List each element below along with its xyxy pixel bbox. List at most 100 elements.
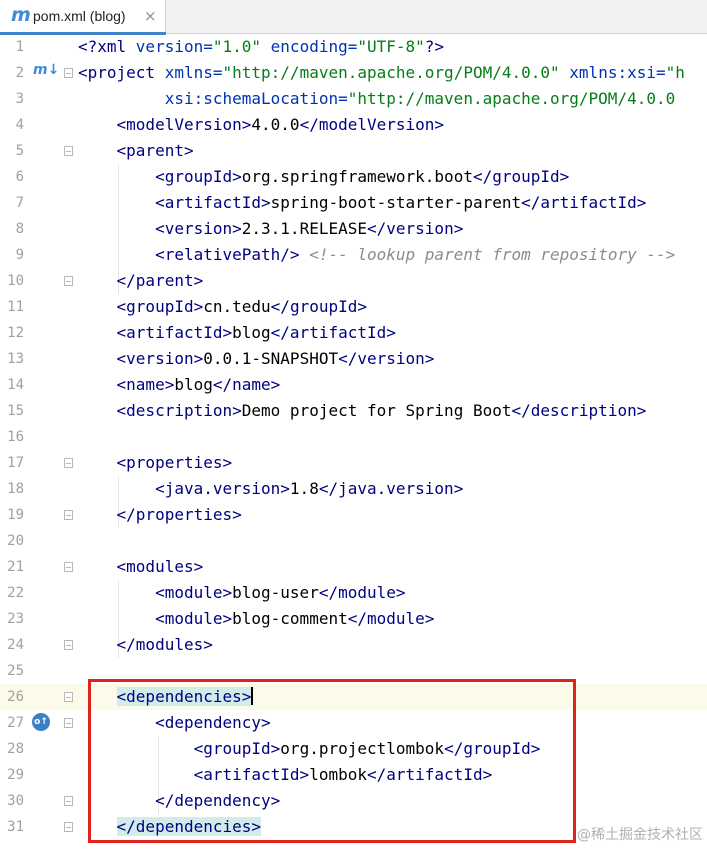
- override-icon[interactable]: o↑: [32, 713, 50, 731]
- code-text: <artifactId>blog</artifactId>: [78, 323, 396, 343]
- code-line[interactable]: 6 <groupId>org.springframework.boot</gro…: [0, 164, 707, 190]
- code-line[interactable]: 8 <version>2.3.1.RELEASE</version>: [0, 216, 707, 242]
- code-line[interactable]: 18 <java.version>1.8</java.version>: [0, 476, 707, 502]
- line-number: 9: [15, 247, 24, 263]
- watermark: @稀土掘金技术社区: [577, 827, 703, 843]
- code-text: </properties>: [78, 505, 242, 525]
- code-token: </java.version>: [318, 479, 464, 498]
- code-text: <module>blog-comment</module>: [78, 609, 434, 629]
- line-number: 19: [7, 507, 24, 523]
- code-token: <version>: [78, 219, 242, 238]
- code-token: <?: [78, 37, 98, 56]
- code-token: <relativePath/>: [78, 245, 300, 264]
- code-text: <version>0.0.1-SNAPSHOT</version>: [78, 349, 435, 369]
- code-line[interactable]: 16: [0, 424, 707, 450]
- code-line[interactable]: 15 <description>Demo project for Spring …: [0, 398, 707, 424]
- fold-collapse-icon[interactable]: [64, 562, 73, 572]
- code-line[interactable]: 2 m↓ <project xmlns="http://maven.apache.o…: [0, 60, 707, 86]
- code-token: 4.0.0: [251, 115, 300, 134]
- line-number: 16: [7, 429, 24, 445]
- maven-icon[interactable]: m↓: [33, 62, 59, 78]
- tab-title: pom.xml (blog): [33, 8, 126, 24]
- line-number: 1: [15, 39, 24, 55]
- line-number: 4: [15, 117, 24, 133]
- fold-end-icon[interactable]: [64, 822, 73, 832]
- close-icon[interactable]: ×: [144, 7, 157, 25]
- line-number: 10: [7, 273, 24, 289]
- fold-collapse-icon[interactable]: [64, 146, 73, 156]
- fold-end-icon[interactable]: [64, 510, 73, 520]
- code-line[interactable]: 5 <parent>: [0, 138, 707, 164]
- line-number: 12: [7, 325, 24, 341]
- code-token: 2.3.1.RELEASE: [241, 219, 367, 238]
- code-line[interactable]: 1 <?xml version="1.0" encoding="UTF-8"?>: [0, 34, 707, 60]
- code-line[interactable]: 10 </parent>: [0, 268, 707, 294]
- code-line[interactable]: 3 xsi:schemaLocation="http://maven.apach…: [0, 86, 707, 112]
- code-line[interactable]: 14 <name>blog</name>: [0, 372, 707, 398]
- code-text: <?xml version="1.0" encoding="UTF-8"?>: [78, 37, 444, 57]
- fold-end-icon[interactable]: [64, 640, 73, 650]
- code-token: "http://maven.apache.org/POM/4.0.0": [222, 63, 560, 82]
- line-number: 13: [7, 351, 24, 367]
- code-token: blog: [174, 375, 213, 394]
- code-line[interactable]: 13 <version>0.0.1-SNAPSHOT</version>: [0, 346, 707, 372]
- code-line[interactable]: 22 <module>blog-user</module>: [0, 580, 707, 606]
- code-text: <modelVersion>4.0.0</modelVersion>: [78, 115, 445, 135]
- code-line[interactable]: 9 <relativePath/> <!-- lookup parent fro…: [0, 242, 707, 268]
- code-line[interactable]: 4 <modelVersion>4.0.0</modelVersion>: [0, 112, 707, 138]
- code-text: <version>2.3.1.RELEASE</version>: [78, 219, 463, 239]
- tab-pom-xml[interactable]: m pom.xml (blog) ×: [0, 0, 166, 35]
- fold-collapse-icon[interactable]: [64, 458, 73, 468]
- code-token: xsi:schemaLocation=: [78, 89, 348, 108]
- line-number: 24: [7, 637, 24, 653]
- code-line[interactable]: 11 <groupId>cn.tedu</groupId>: [0, 294, 707, 320]
- code-line[interactable]: 19 </properties>: [0, 502, 707, 528]
- code-token: </version>: [367, 219, 464, 238]
- code-token: <java.version>: [78, 479, 290, 498]
- fold-collapse-icon[interactable]: [64, 68, 73, 78]
- code-token: "h: [665, 63, 685, 82]
- code-token: <project: [78, 63, 165, 82]
- code-line[interactable]: 21 <modules>: [0, 554, 707, 580]
- code-token: blog: [232, 323, 271, 342]
- fold-end-icon[interactable]: [64, 796, 73, 806]
- code-token: </name>: [212, 375, 281, 394]
- code-token: </modelVersion>: [299, 115, 445, 134]
- code-line[interactable]: 24 </modules>: [0, 632, 707, 658]
- code-token: blog-comment: [232, 609, 348, 628]
- code-token: </module>: [318, 583, 406, 602]
- fold-collapse-icon[interactable]: [64, 718, 73, 728]
- line-number: 14: [7, 377, 24, 393]
- fold-collapse-icon[interactable]: [64, 692, 73, 702]
- code-token: xml: [97, 37, 136, 56]
- code-token: </modules>: [78, 635, 213, 654]
- code-token: 0.0.1-SNAPSHOT: [203, 349, 339, 368]
- code-token: <groupId>: [78, 297, 204, 316]
- code-line[interactable]: 7 <artifactId>spring-boot-starter-parent…: [0, 190, 707, 216]
- line-number: 18: [7, 481, 24, 497]
- fold-end-icon[interactable]: [64, 276, 73, 286]
- code-text: <name>blog</name>: [78, 375, 281, 395]
- code-line[interactable]: 12 <artifactId>blog</artifactId>: [0, 320, 707, 346]
- line-number: 27: [7, 715, 24, 731]
- code-token: <!-- lookup parent from repository -->: [309, 245, 676, 264]
- code-text: <module>blog-user</module>: [78, 583, 406, 603]
- code-text: <project xmlns="http://maven.apache.org/…: [78, 63, 685, 83]
- line-number: 5: [15, 143, 24, 159]
- code-line[interactable]: 17 <properties>: [0, 450, 707, 476]
- code-token: xmlns=: [164, 63, 223, 82]
- code-text: xsi:schemaLocation="http://maven.apache.…: [78, 89, 676, 109]
- code-line[interactable]: 23 <module>blog-comment</module>: [0, 606, 707, 632]
- line-number: 6: [15, 169, 24, 185]
- line-number: 20: [7, 533, 24, 549]
- line-number: 8: [15, 221, 24, 237]
- code-line[interactable]: 20: [0, 528, 707, 554]
- editor-tab-bar: m pom.xml (blog) ×: [0, 0, 707, 35]
- line-number: 23: [7, 611, 24, 627]
- code-token: </parent>: [78, 271, 204, 290]
- code-token: org.springframework.boot: [241, 167, 473, 186]
- code-token: <parent>: [78, 141, 194, 160]
- code-token: 1.8: [289, 479, 319, 498]
- code-text: </modules>: [78, 635, 213, 655]
- code-token: <modelVersion>: [78, 115, 252, 134]
